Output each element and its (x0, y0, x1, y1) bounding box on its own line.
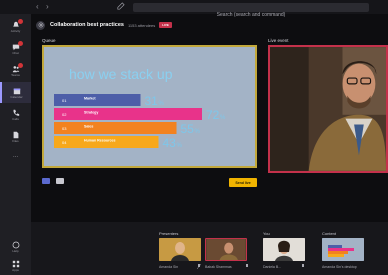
presenter-thumbnail[interactable] (205, 238, 247, 261)
rail-label: Calendar (10, 94, 23, 99)
rail-label: Calls (12, 116, 19, 121)
slide-row-unit: % (195, 129, 201, 135)
notification-badge (18, 19, 23, 24)
event-title: Collaboration best practices (50, 22, 124, 28)
rail-item-apps[interactable]: Apps (0, 255, 31, 275)
slide-row-number: 04 (62, 140, 67, 145)
slide-row-name: Sales (84, 125, 93, 129)
notification-badge (18, 41, 23, 46)
more-icon: ··· (13, 153, 18, 160)
rail-label: Activity (10, 28, 21, 33)
rail-label: Help (12, 248, 19, 253)
send-live-button[interactable]: Send live (229, 178, 257, 187)
rail-item-help[interactable]: Help (0, 236, 31, 257)
rail-item-files[interactable]: Files (0, 126, 31, 147)
rail-item-activity[interactable]: Activity (0, 16, 31, 37)
content-name: Amanda Sin's desktop (322, 265, 357, 269)
forward-icon[interactable]: › (46, 2, 49, 12)
apps-icon (12, 260, 19, 267)
compose-icon[interactable] (116, 2, 125, 11)
presenter-name: Babak Shammas (205, 265, 232, 269)
layout-button[interactable] (42, 178, 50, 184)
slide-title: how we stack up (69, 66, 173, 82)
queue-label: Queue (42, 38, 56, 43)
mic-off-icon (197, 264, 201, 269)
slide-row-name: Market (84, 97, 96, 101)
presenter-video (270, 47, 386, 171)
rail-label: Teams (11, 72, 20, 77)
rail-label: Chat (12, 50, 19, 55)
live-event-label: Live event (268, 38, 289, 43)
presenter-name: Amanda Sin (159, 265, 179, 269)
rail-item-teams[interactable]: Teams (0, 60, 31, 81)
title-bar: ‹ › (0, 0, 388, 20)
slide-bar (54, 94, 141, 106)
self-image (263, 238, 305, 261)
notification-badge (18, 63, 23, 68)
self-thumbnail[interactable] (263, 238, 305, 261)
rail-item-calls[interactable]: Calls (0, 104, 31, 125)
presenters-label: Presenters (159, 231, 179, 236)
slide-row-value: 72 (206, 108, 220, 122)
presenter-image (206, 239, 246, 260)
slide-row-value: 31 (145, 94, 159, 108)
slide-row-unit: % (220, 115, 226, 121)
slide-row-unit: % (177, 143, 183, 149)
event-header: Collaboration best practices 1153 attend… (36, 19, 172, 31)
live-badge: LIVE (159, 22, 172, 28)
live-video[interactable] (268, 45, 388, 173)
rail-label: Files (12, 138, 19, 143)
calendar-icon (13, 88, 20, 94)
slide-row-number: 01 (62, 98, 67, 103)
mic-icon (302, 264, 304, 267)
presenter-image (159, 238, 201, 261)
back-icon[interactable]: ‹ (36, 2, 39, 12)
self-name: Daniela B... (263, 265, 282, 269)
mic-icon (246, 264, 248, 267)
rail-item-chat[interactable]: Chat (0, 38, 31, 59)
broadcast-icon (38, 22, 43, 28)
content-label: Content (322, 231, 337, 236)
rail-label: Apps (12, 267, 19, 272)
content-thumbnail[interactable] (322, 238, 364, 261)
file-icon (13, 131, 18, 138)
slide-row-name: Strategy (84, 111, 98, 115)
content-image (322, 238, 364, 261)
phone-icon (12, 109, 19, 116)
attendee-count: 1153 attendees (127, 22, 156, 28)
slide-preview: how we stack up 01 Market 31 % 02 Strategy 72%… (44, 47, 255, 166)
slide-bar (54, 108, 202, 120)
app-rail: Activity Chat Teams Calendar Calls Files… (0, 14, 31, 275)
you-label: You (263, 231, 270, 236)
event-avatar (36, 20, 45, 30)
camera-button[interactable] (56, 178, 64, 184)
slide-row-value: 55 (181, 122, 195, 136)
slide-row-name: Human Resources (84, 139, 116, 143)
slide-row-value: 43 (163, 136, 177, 150)
slide-row-unit: % (159, 101, 165, 107)
preview-controls (42, 178, 64, 184)
rail-item-calendar[interactable]: Calendar (0, 82, 31, 103)
search-box[interactable] (133, 3, 369, 20)
rail-item-more[interactable]: ··· (0, 146, 31, 167)
queue-preview[interactable]: how we stack up 01 Market 31% 02 Strategy 72%… (42, 45, 257, 168)
slide-row-number: 03 (62, 126, 67, 131)
help-icon (12, 241, 19, 248)
slide-bar (54, 122, 177, 134)
slide-row-number: 02 (62, 112, 67, 117)
presenter-thumbnail[interactable] (159, 238, 201, 261)
participants-strip: Presenters Amanda Sin Babak Shammas You … (31, 222, 388, 275)
